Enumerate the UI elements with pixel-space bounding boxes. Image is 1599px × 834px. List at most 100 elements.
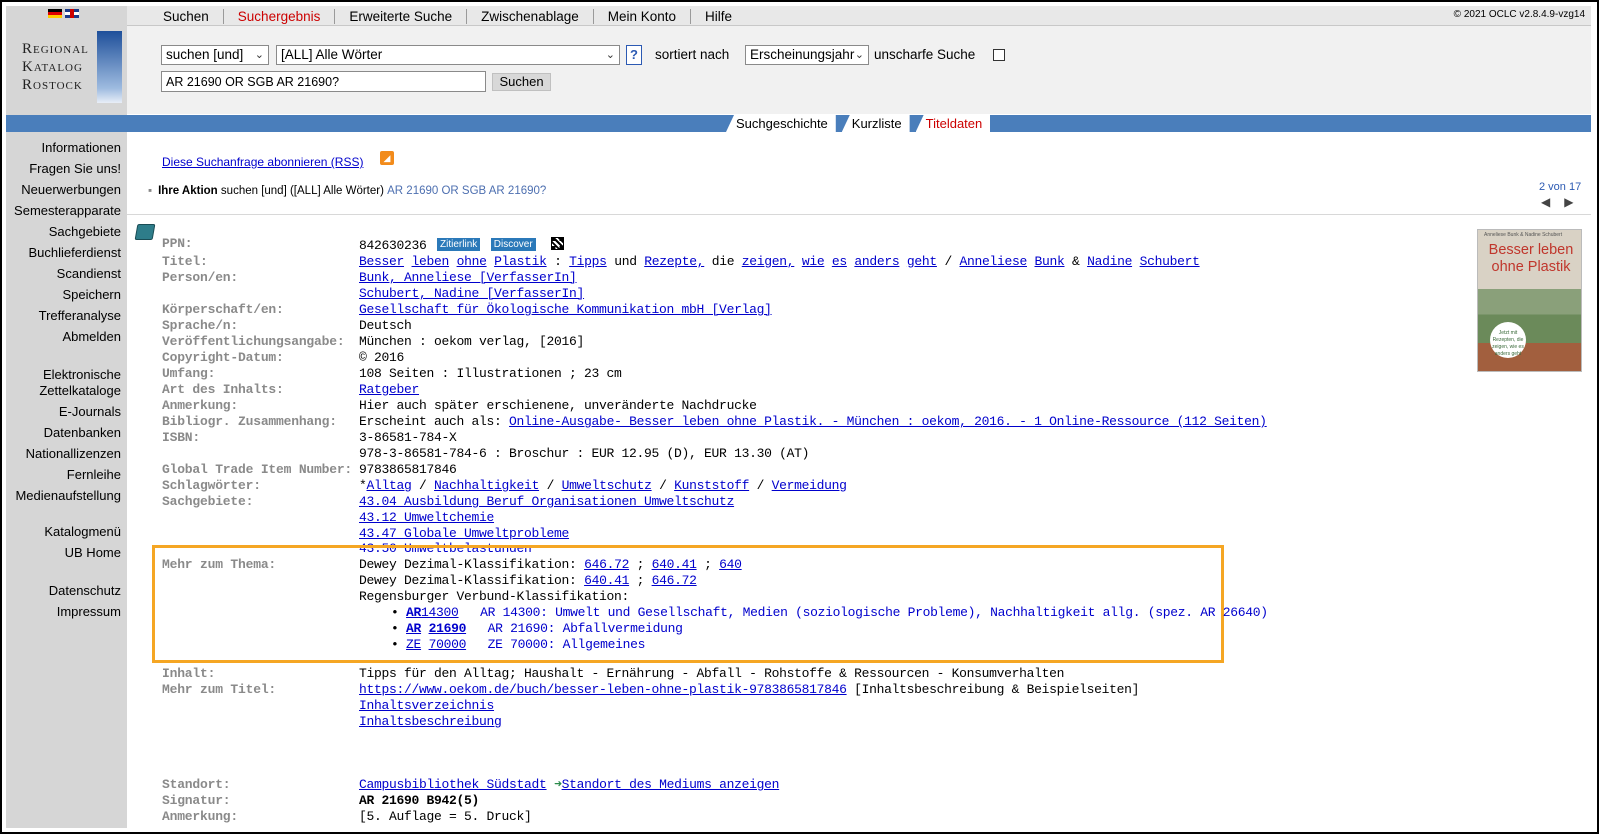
nav-erweiterte-suche[interactable]: Erweiterte Suche <box>334 8 466 24</box>
sidebar-item-datenschutz[interactable]: Datenschutz <box>49 583 121 598</box>
title-word-link[interactable]: Besser <box>359 254 404 269</box>
sidebar-item-ub-home[interactable]: UB Home <box>65 545 121 560</box>
sidebar-item-zettelkataloge[interactable]: Zettelkataloge <box>39 383 121 398</box>
standort-link[interactable]: Campusbibliothek Südstadt <box>359 777 547 792</box>
koerperschaft-link[interactable]: Gesellschaft für Ökologische Kommunikati… <box>359 302 772 317</box>
search-button[interactable]: Suchen <box>492 73 551 91</box>
rvk-num-link[interactable]: 21690 <box>429 621 467 636</box>
sidebar-item-katalogmenue[interactable]: Katalogmenü <box>44 524 121 539</box>
sort-select[interactable]: Erscheinungsjahr ⌄ <box>745 45 869 65</box>
sach-link[interactable]: 43.47 Globale Umweltprobleme <box>359 526 569 541</box>
title-word-link[interactable]: zeigen, <box>742 254 795 269</box>
tab-kurzliste[interactable]: Kurzliste <box>841 115 910 132</box>
biblio-label: Bibliogr. Zusammenhang: <box>162 414 337 429</box>
schlag-link[interactable]: Umweltschutz <box>562 478 652 493</box>
nav-suchergebnis[interactable]: Suchergebnis <box>222 8 335 24</box>
schlag-link[interactable]: Vermeidung <box>772 478 847 493</box>
dewey-link[interactable]: 640.41 <box>652 557 697 572</box>
sidebar-item-nationallizenzen[interactable]: Nationallizenzen <box>26 446 121 461</box>
title-word-link[interactable]: wie <box>802 254 825 269</box>
english-flag-icon[interactable] <box>65 9 79 18</box>
publisher-url-link[interactable]: https://www.oekom.de/buch/besser-leben-o… <box>359 682 847 697</box>
dewey-link[interactable]: 646.72 <box>584 557 629 572</box>
search-field-select[interactable]: [ALL] Alle Wörter ⌄ <box>276 45 620 65</box>
rss-icon[interactable]: ◢ <box>380 151 394 165</box>
title-word-link[interactable]: Schubert <box>1140 254 1200 269</box>
sidebar-item-scandienst[interactable]: Scandienst <box>57 266 121 281</box>
sidebar-item-speichern[interactable]: Speichern <box>62 287 121 302</box>
sidebar-item-neuerwerbungen[interactable]: Neuerwerbungen <box>21 182 121 197</box>
rvk-code-link[interactable]: ZE <box>406 637 421 652</box>
standort-anzeigen-link[interactable]: Standort des Mediums anzeigen <box>562 777 780 792</box>
zitierlink-button[interactable]: Zitierlink <box>437 238 481 251</box>
sidebar-item-e-journals[interactable]: E-Journals <box>59 404 121 419</box>
inhaltsbeschreibung-link[interactable]: Inhaltsbeschreibung <box>359 714 502 729</box>
sidebar-item-datenbanken[interactable]: Datenbanken <box>44 425 121 440</box>
sidebar-item-fragen[interactable]: Fragen Sie uns! <box>29 161 121 176</box>
title-word-link[interactable]: anders <box>854 254 899 269</box>
nav-suchen[interactable]: Suchen <box>149 9 223 24</box>
sidebar-item-abmelden[interactable]: Abmelden <box>62 329 121 344</box>
search-mode-select[interactable]: suchen [und] ⌄ <box>161 45 269 65</box>
title-word-link[interactable]: Nadine <box>1087 254 1132 269</box>
sidebar-item-medienaufstellung[interactable]: Medienaufstellung <box>15 488 121 503</box>
dewey-link[interactable]: 640 <box>719 557 742 572</box>
language-switch[interactable] <box>48 9 79 18</box>
dewey-link[interactable]: 640.41 <box>584 573 629 588</box>
title-word-link[interactable]: ohne <box>457 254 487 269</box>
rvk-code-link[interactable]: AR <box>406 605 421 620</box>
inhaltsverzeichnis-link[interactable]: Inhaltsverzeichnis <box>359 698 494 713</box>
rvk-code-link[interactable]: AR <box>406 621 421 636</box>
help-button[interactable]: ? <box>626 45 642 65</box>
sidebar-item-semesterapparate[interactable]: Semesterapparate <box>14 203 121 218</box>
discover-button[interactable]: Discover <box>490 238 536 251</box>
title-word-link[interactable]: geht <box>907 254 937 269</box>
rvk-num-link[interactable]: 14300 <box>421 605 459 620</box>
schlag-link[interactable]: Alltag <box>367 478 412 493</box>
rss-subscribe-link[interactable]: Diese Suchanfrage abonnieren (RSS) <box>162 155 363 169</box>
sidebar-item-buchlieferdienst[interactable]: Buchlieferdienst <box>29 245 122 260</box>
person-link[interactable]: Schubert, Nadine [VerfasserIn] <box>359 286 584 301</box>
nav-mein-konto[interactable]: Mein Konto <box>592 8 690 24</box>
person-link[interactable]: Bunk, Anneliese [VerfasserIn] <box>359 270 577 285</box>
logo-bar <box>97 31 122 103</box>
title-word-link[interactable]: Bunk <box>1035 254 1065 269</box>
schlag-link[interactable]: Kunststoff <box>674 478 749 493</box>
sach-link[interactable]: 43.04 Ausbildung Beruf Organisationen Um… <box>359 494 734 509</box>
title-word-link[interactable]: leben <box>412 254 450 269</box>
anmerkung2-label: Anmerkung: <box>162 809 239 824</box>
action-label: Ihre Aktion <box>158 185 218 197</box>
title-word-link[interactable]: Tipps <box>569 254 607 269</box>
main-nav: Suchen Suchergebnis Erweiterte Suche Zwi… <box>149 6 746 26</box>
sidebar-item-informationen[interactable]: Informationen <box>42 140 122 155</box>
biblio-link[interactable]: Online-Ausgabe- Besser leben ohne Plasti… <box>509 414 1267 429</box>
sidebar-item-fernleihe[interactable]: Fernleihe <box>67 467 121 482</box>
schlag-link[interactable]: Nachhaltigkeit <box>434 478 539 493</box>
title-word-link[interactable]: Plastik <box>494 254 547 269</box>
tab-titeldaten[interactable]: Titeldaten <box>915 115 991 132</box>
sidebar-item-sachgebiete[interactable]: Sachgebiete <box>49 224 121 239</box>
sidebar-item-impressum[interactable]: Impressum <box>57 604 121 619</box>
next-arrow-icon[interactable]: ▶ <box>1564 195 1587 209</box>
nav-hilfe[interactable]: Hilfe <box>690 8 746 24</box>
title-word-link[interactable]: es <box>832 254 847 269</box>
tab-suchgeschichte[interactable]: Suchgeschichte <box>726 115 836 132</box>
sidebar-item-elektronische[interactable]: Elektronische <box>43 367 121 382</box>
action-query[interactable]: AR 21690 OR SGB AR 21690? <box>387 185 546 197</box>
rvk-num-link[interactable]: 70000 <box>429 637 467 652</box>
title-word-link[interactable]: Rezepte, <box>644 254 704 269</box>
fuzzy-search-checkbox[interactable] <box>993 49 1005 61</box>
book-cover-image[interactable]: Anneliese Bunk & Nadine Schubert Besser … <box>1477 229 1582 372</box>
art-link[interactable]: Ratgeber <box>359 382 419 397</box>
search-input[interactable] <box>161 71 486 92</box>
german-flag-icon[interactable] <box>48 9 62 18</box>
qr-code-icon[interactable] <box>551 237 565 250</box>
divider <box>127 214 1591 215</box>
prev-arrow-icon[interactable]: ◀ <box>1541 195 1564 209</box>
nav-zwischenablage[interactable]: Zwischenablage <box>466 8 593 24</box>
sidebar-item-trefferanalyse[interactable]: Trefferanalyse <box>39 308 121 323</box>
title-word-link[interactable]: Anneliese <box>959 254 1027 269</box>
veroeff-value: München : oekom verlag, [2016] <box>359 334 585 349</box>
dewey-link[interactable]: 646.72 <box>652 573 697 588</box>
sach-link[interactable]: 43.12 Umweltchemie <box>359 510 494 525</box>
